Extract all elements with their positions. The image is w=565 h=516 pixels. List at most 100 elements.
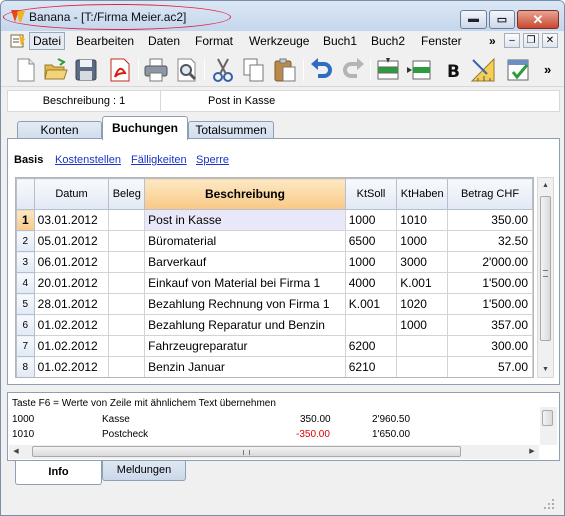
cell-beleg[interactable] bbox=[108, 272, 146, 294]
cell-kthaben[interactable]: 1000 bbox=[396, 230, 449, 252]
cell-datum[interactable]: 06.01.2012 bbox=[33, 251, 110, 273]
cell-datum[interactable]: 05.01.2012 bbox=[33, 230, 110, 252]
minimize-button[interactable]: ▬ bbox=[460, 10, 487, 29]
cell-datum[interactable]: 01.02.2012 bbox=[33, 335, 110, 357]
title-bar[interactable]: Banana - [T:/Firma Meier.ac2] ▬ ▭ ✕ bbox=[1, 1, 564, 31]
header-kthaben[interactable]: KtHaben bbox=[396, 178, 449, 210]
table-row[interactable]: 6 01.02.2012 Bezahlung Reparatur und Ben… bbox=[16, 314, 533, 336]
cell-ktsoll[interactable]: 1000 bbox=[344, 251, 398, 273]
tab-buchungen[interactable]: Buchungen bbox=[102, 116, 188, 140]
cell-beleg[interactable] bbox=[108, 230, 146, 252]
paste-icon[interactable] bbox=[271, 56, 299, 84]
save-disk-icon[interactable] bbox=[72, 56, 100, 84]
table-row[interactable]: 5 28.01.2012 Bezahlung Rechnung von Firm… bbox=[16, 293, 533, 315]
menu-werkzeuge[interactable]: Werkzeuge bbox=[249, 34, 309, 48]
view-faelligkeiten[interactable]: Fälligkeiten bbox=[131, 154, 187, 166]
row-number[interactable]: 2 bbox=[16, 230, 35, 252]
cell-ktsoll[interactable]: 1000 bbox=[344, 209, 398, 231]
resize-grip-icon[interactable] bbox=[542, 497, 556, 511]
pdf-icon[interactable] bbox=[106, 56, 134, 84]
new-document-icon[interactable] bbox=[12, 56, 40, 84]
row-number[interactable]: 1 bbox=[16, 209, 35, 231]
maximize-button[interactable]: ▭ bbox=[489, 10, 515, 29]
cell-beschreibung[interactable]: Fahrzeugreparatur bbox=[144, 335, 346, 357]
tab-meldungen[interactable]: Meldungen bbox=[102, 461, 186, 481]
cell-datum[interactable]: 20.01.2012 bbox=[33, 272, 110, 294]
scroll-left-icon[interactable]: ◀ bbox=[9, 445, 23, 459]
bold-icon[interactable]: B bbox=[439, 56, 467, 84]
scroll-down-icon[interactable]: ▼ bbox=[538, 362, 553, 377]
menu-format[interactable]: Format bbox=[195, 34, 233, 48]
cell-kthaben[interactable] bbox=[396, 356, 449, 377]
scroll-up-icon[interactable]: ▲ bbox=[538, 178, 553, 193]
cell-datum[interactable]: 28.01.2012 bbox=[33, 293, 110, 315]
info-vertical-scrollbar[interactable] bbox=[540, 407, 557, 445]
header-ktsoll[interactable]: KtSoll bbox=[344, 178, 398, 210]
menu-daten[interactable]: Daten bbox=[148, 34, 180, 48]
cell-kthaben[interactable]: 1020 bbox=[396, 293, 449, 315]
cell-beleg[interactable] bbox=[108, 314, 146, 336]
header-beleg[interactable]: Beleg bbox=[108, 178, 146, 210]
cell-beschreibung[interactable]: Bezahlung Rechnung von Firma 1 bbox=[144, 293, 346, 315]
info-horizontal-scrollbar[interactable]: ◀ ▶ bbox=[9, 445, 539, 459]
scrollbar-thumb[interactable] bbox=[540, 196, 551, 341]
table-row[interactable]: 3 06.01.2012 Barverkauf 1000 3000 2'000.… bbox=[16, 251, 533, 273]
scroll-right-icon[interactable]: ▶ bbox=[525, 445, 539, 459]
menu-bearbeiten[interactable]: Bearbeiten bbox=[76, 34, 134, 48]
cell-datum[interactable]: 01.02.2012 bbox=[33, 356, 110, 377]
table-row[interactable]: 7 01.02.2012 Fahrzeugreparatur 6200 300.… bbox=[16, 335, 533, 357]
cell-kthaben[interactable]: 3000 bbox=[396, 251, 449, 273]
cell-betrag[interactable]: 1'500.00 bbox=[447, 293, 533, 315]
open-folder-icon[interactable] bbox=[42, 56, 70, 84]
insert-row-icon[interactable] bbox=[374, 56, 402, 84]
menu-overflow-button[interactable]: » bbox=[489, 34, 496, 48]
undo-icon[interactable] bbox=[308, 56, 336, 84]
row-number[interactable]: 3 bbox=[16, 251, 35, 273]
current-cell-content[interactable]: Post in Kasse bbox=[208, 91, 275, 111]
menu-buch1[interactable]: Buch1 bbox=[323, 34, 357, 48]
scrollbar-thumb[interactable] bbox=[542, 410, 553, 426]
cell-betrag[interactable]: 1'500.00 bbox=[447, 272, 533, 294]
header-betrag[interactable]: Betrag CHF bbox=[447, 178, 533, 210]
delete-row-icon[interactable] bbox=[405, 56, 433, 84]
cell-beschreibung[interactable]: Einkauf von Material bei Firma 1 bbox=[144, 272, 346, 294]
mdi-close-button[interactable]: ✕ bbox=[542, 33, 558, 48]
cell-beschreibung[interactable]: Benzin Januar bbox=[144, 356, 346, 377]
cell-ktsoll[interactable]: 6500 bbox=[344, 230, 398, 252]
cell-kthaben[interactable]: K.001 bbox=[396, 272, 449, 294]
menu-fenster[interactable]: Fenster bbox=[421, 34, 462, 48]
cell-betrag[interactable]: 300.00 bbox=[447, 335, 533, 357]
row-number[interactable]: 8 bbox=[16, 356, 35, 377]
toolbar-overflow-button[interactable]: » bbox=[544, 62, 551, 77]
print-preview-icon[interactable] bbox=[173, 56, 201, 84]
cell-betrag[interactable]: 350.00 bbox=[447, 209, 533, 231]
format-icon[interactable] bbox=[469, 56, 497, 84]
cell-betrag[interactable]: 2'000.00 bbox=[447, 251, 533, 273]
table-row[interactable]: 2 05.01.2012 Büromaterial 6500 1000 32.5… bbox=[16, 230, 533, 252]
cell-betrag[interactable]: 57.00 bbox=[447, 356, 533, 377]
cell-datum[interactable]: 01.02.2012 bbox=[33, 314, 110, 336]
close-button[interactable]: ✕ bbox=[517, 10, 559, 29]
document-menu-icon[interactable] bbox=[10, 34, 26, 48]
cell-beleg[interactable] bbox=[108, 209, 146, 231]
table-row[interactable]: 8 01.02.2012 Benzin Januar 6210 57.00 bbox=[16, 356, 533, 377]
cell-ktsoll[interactable]: K.001 bbox=[344, 293, 398, 315]
table-row[interactable]: 4 20.01.2012 Einkauf von Material bei Fi… bbox=[16, 272, 533, 294]
check-icon[interactable] bbox=[504, 56, 532, 84]
row-number[interactable]: 5 bbox=[16, 293, 35, 315]
cell-beleg[interactable] bbox=[108, 356, 146, 377]
cell-beleg[interactable] bbox=[108, 293, 146, 315]
table-row[interactable]: 1 03.01.2012 Post in Kasse 1000 1010 350… bbox=[16, 209, 533, 231]
copy-icon[interactable] bbox=[240, 56, 268, 84]
tab-info[interactable]: Info bbox=[15, 461, 102, 485]
view-basis[interactable]: Basis bbox=[14, 154, 43, 166]
mdi-minimize-button[interactable]: – bbox=[504, 33, 520, 48]
menu-datei[interactable]: Datei bbox=[29, 32, 66, 50]
cell-beschreibung[interactable]: Barverkauf bbox=[144, 251, 346, 273]
cell-beleg[interactable] bbox=[108, 335, 146, 357]
cell-beleg[interactable] bbox=[108, 251, 146, 273]
cell-kthaben[interactable] bbox=[396, 335, 449, 357]
cut-icon[interactable] bbox=[209, 56, 237, 84]
cell-beschreibung[interactable]: Büromaterial bbox=[144, 230, 346, 252]
cell-betrag[interactable]: 357.00 bbox=[447, 314, 533, 336]
